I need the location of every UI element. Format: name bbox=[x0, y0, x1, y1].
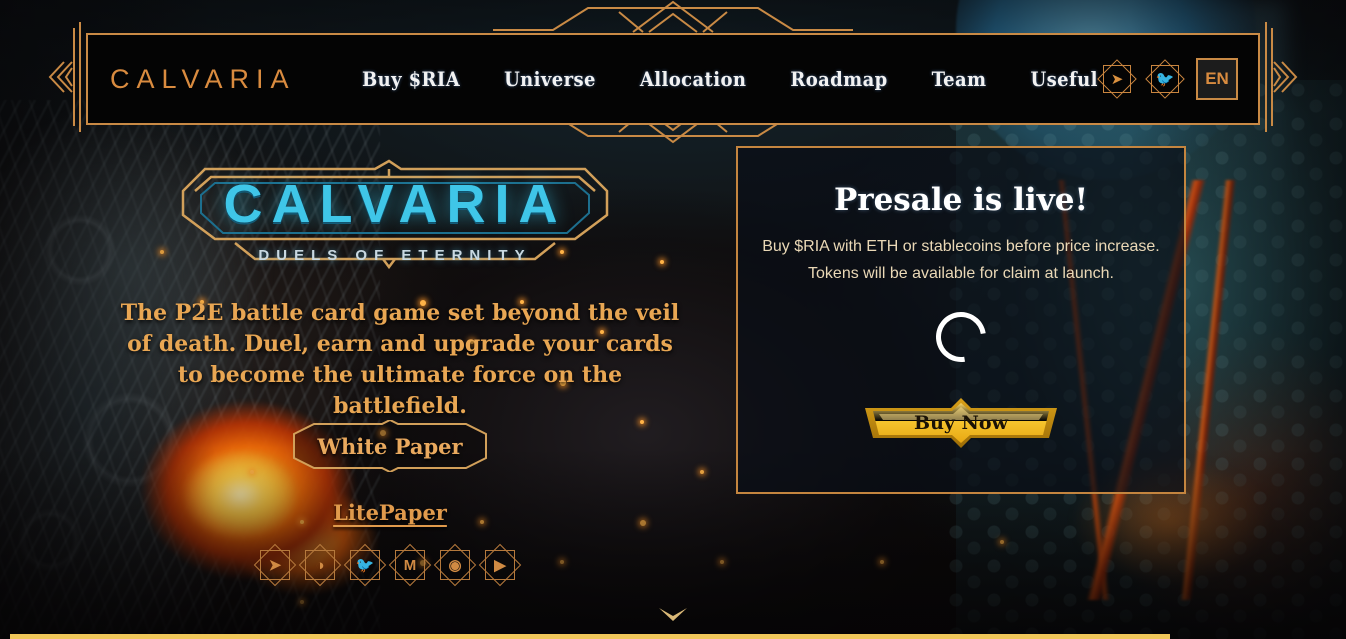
twitter-glyph: 🐦 bbox=[1155, 71, 1175, 88]
hero-social-links: ➤ ◑ 🐦 M ◉ ▶ bbox=[253, 543, 522, 587]
hero-reddit-icon[interactable]: ◉ bbox=[433, 543, 477, 587]
header-ornament-left bbox=[48, 22, 81, 132]
hero-logo-subtitle: DUELS OF ETERNITY bbox=[258, 247, 532, 264]
navigation-bar: CALVARIA Buy $RIA Universe Allocation Roadm… bbox=[86, 33, 1260, 125]
telegram-icon-glyph: ➤ bbox=[268, 557, 282, 574]
hero-discord-icon[interactable]: ◑ bbox=[298, 543, 342, 587]
hero-medium-icon[interactable]: M bbox=[388, 543, 432, 587]
nav-universe[interactable]: Universe bbox=[504, 67, 596, 91]
lite-paper-link[interactable]: LitePaper bbox=[290, 500, 490, 525]
hero-telegram-icon[interactable]: ➤ bbox=[253, 543, 297, 587]
nav-useful[interactable]: Useful bbox=[1030, 67, 1097, 91]
bottom-progress-bar bbox=[10, 634, 1170, 639]
hero-twitter-icon[interactable]: 🐦 bbox=[343, 543, 387, 587]
nav-buy-ria[interactable]: Buy $RIA bbox=[362, 67, 460, 91]
brand-logo[interactable]: CALVARIA bbox=[110, 64, 340, 95]
hero-logo-title: CALVARIA bbox=[223, 174, 567, 234]
presale-description-line1: Buy $RIA with ETH or stablecoins before … bbox=[762, 238, 1160, 255]
nav-roadmap[interactable]: Roadmap bbox=[790, 67, 887, 91]
header-ornament-right bbox=[1265, 22, 1298, 132]
discord-icon-glyph: ◑ bbox=[315, 556, 325, 574]
hero-youtube-icon[interactable]: ▶ bbox=[478, 543, 522, 587]
medium-icon-glyph: M bbox=[403, 556, 417, 574]
header-ornament-top bbox=[493, 0, 853, 33]
loading-spinner bbox=[926, 302, 996, 372]
header-right-controls: ➤ 🐦 EN bbox=[1097, 58, 1238, 100]
twitter-icon-glyph: 🐦 bbox=[355, 557, 375, 574]
nav-team[interactable]: Team bbox=[932, 67, 987, 91]
hero-tagline: The P2E battle card game set beyond the … bbox=[120, 300, 680, 419]
youtube-icon-glyph: ▶ bbox=[494, 557, 506, 574]
hero-logo: CALVARIA DUELS OF ETERNITY bbox=[175, 155, 615, 280]
reddit-icon-glyph: ◉ bbox=[448, 557, 462, 574]
buy-now-label: Buy Now bbox=[914, 412, 1008, 434]
header-twitter-icon[interactable]: 🐦 bbox=[1145, 59, 1185, 99]
white-paper-button[interactable]: White Paper bbox=[290, 418, 490, 474]
telegram-glyph: ➤ bbox=[1110, 71, 1124, 88]
language-button[interactable]: EN bbox=[1196, 58, 1238, 100]
nav-links: Buy $RIA Universe Allocation Roadmap Team Use… bbox=[362, 67, 1098, 91]
presale-description-line2: Tokens will be available for claim at la… bbox=[808, 265, 1114, 282]
nav-allocation[interactable]: Allocation bbox=[640, 67, 747, 91]
white-paper-label: White Paper bbox=[317, 433, 463, 459]
scroll-down-icon[interactable] bbox=[656, 605, 690, 625]
header-telegram-icon[interactable]: ➤ bbox=[1097, 59, 1137, 99]
site-header: CALVARIA Buy $RIA Universe Allocation Roadm… bbox=[0, 0, 1346, 144]
buy-now-button[interactable]: Buy Now bbox=[863, 396, 1059, 450]
presale-title: Presale is live! bbox=[833, 182, 1089, 218]
presale-panel: Presale is live! Buy $RIA with ETH or st… bbox=[736, 146, 1186, 494]
